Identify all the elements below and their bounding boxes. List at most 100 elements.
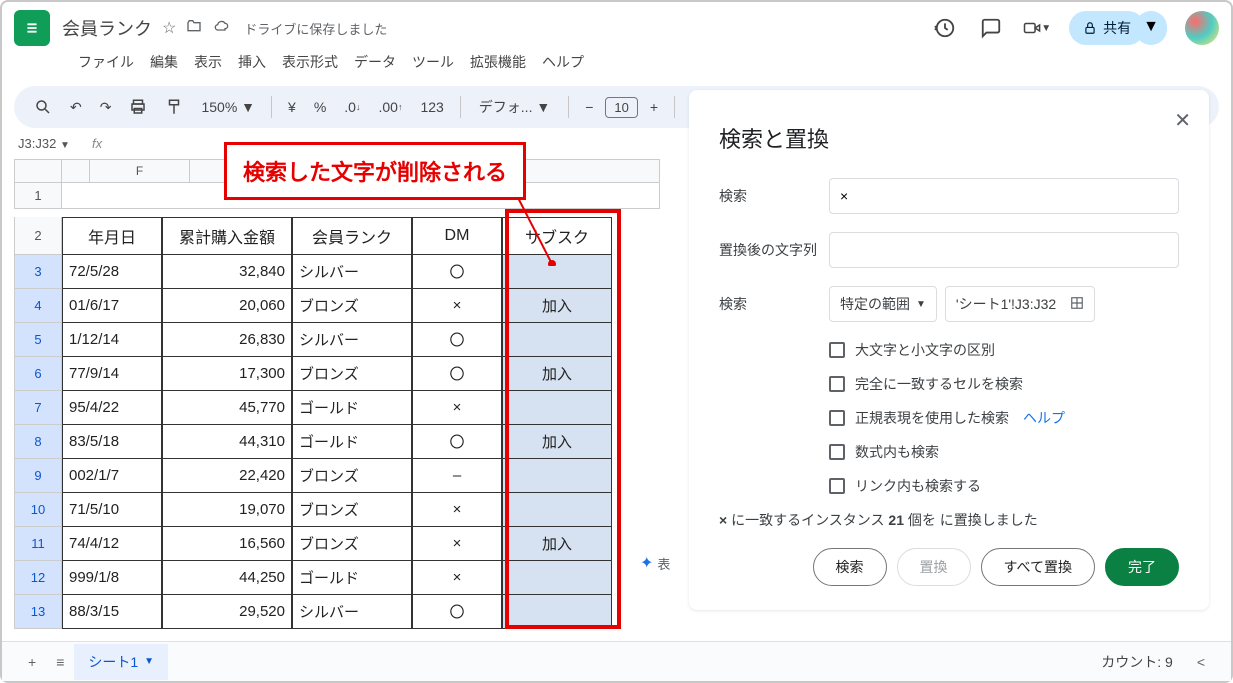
menu-file[interactable]: ファイル (72, 48, 140, 76)
sheet-tab-1[interactable]: シート1 ▼ (74, 644, 168, 680)
cell-dm[interactable]: × (412, 561, 502, 595)
cell-rank[interactable]: ゴールド (292, 425, 412, 459)
avatar[interactable] (1185, 11, 1219, 45)
cell-dm[interactable]: 〇 (412, 323, 502, 357)
print-icon[interactable] (123, 94, 153, 120)
zoom-select[interactable]: 150% ▼ (195, 95, 261, 119)
row-header[interactable]: 10 (14, 493, 62, 527)
sheets-logo[interactable] (14, 10, 50, 46)
cell-dm[interactable]: × (412, 527, 502, 561)
cell-dm[interactable]: 〇 (412, 255, 502, 289)
cell-rank[interactable]: ブロンズ (292, 527, 412, 561)
header-amount[interactable]: 累計購入金額 (162, 217, 292, 255)
cell-amount[interactable]: 16,560 (162, 527, 292, 561)
increase-font-button[interactable]: + (644, 95, 664, 119)
font-size-input[interactable]: 10 (605, 97, 637, 118)
cell-rank[interactable]: ブロンズ (292, 459, 412, 493)
cell-date[interactable]: 95/4/22 (62, 391, 162, 425)
cell-amount[interactable]: 44,250 (162, 561, 292, 595)
cell-sub[interactable]: 加入 (502, 289, 612, 323)
percent-button[interactable]: % (308, 95, 332, 119)
move-icon[interactable] (186, 18, 202, 39)
currency-button[interactable]: ¥ (282, 95, 302, 119)
cell-sub[interactable]: 加入 (502, 357, 612, 391)
scope-select[interactable]: 特定の範囲 ▼ (829, 286, 937, 322)
menu-view[interactable]: 表示 (188, 48, 228, 76)
cell-date[interactable]: 999/1/8 (62, 561, 162, 595)
range-input[interactable]: 'シート1'!J3:J32 (945, 286, 1095, 322)
cell-amount[interactable]: 29,520 (162, 595, 292, 629)
cell-dm[interactable]: – (412, 459, 502, 493)
find-input[interactable] (829, 178, 1179, 214)
cell-sub[interactable] (502, 493, 612, 527)
cell-sub[interactable] (502, 561, 612, 595)
cell-amount[interactable]: 17,300 (162, 357, 292, 391)
row-header[interactable]: 3 (14, 255, 62, 289)
cell-date[interactable]: 1/12/14 (62, 323, 162, 357)
menu-tools[interactable]: ツール (406, 48, 460, 76)
cell-rank[interactable]: シルバー (292, 595, 412, 629)
checkbox-link[interactable] (829, 478, 845, 494)
grid-icon[interactable] (1070, 296, 1084, 313)
cell-dm[interactable]: 〇 (412, 595, 502, 629)
cell-rank[interactable]: ゴールド (292, 561, 412, 595)
cell-amount[interactable]: 22,420 (162, 459, 292, 493)
history-icon[interactable] (931, 14, 959, 42)
cell-date[interactable]: 71/5/10 (62, 493, 162, 527)
cell-rank[interactable]: ブロンズ (292, 357, 412, 391)
search-icon[interactable] (28, 94, 58, 120)
col-header[interactable] (62, 159, 90, 183)
cell-amount[interactable]: 20,060 (162, 289, 292, 323)
all-sheets-button[interactable]: ≡ (46, 648, 74, 676)
cell-sub[interactable] (502, 323, 612, 357)
checkbox-case[interactable] (829, 342, 845, 358)
cell-dm[interactable]: 〇 (412, 425, 502, 459)
cell-sub[interactable] (502, 391, 612, 425)
meet-icon[interactable]: ▼ (1023, 14, 1051, 42)
menu-help[interactable]: ヘルプ (536, 48, 590, 76)
replace-button[interactable]: 置換 (897, 548, 971, 586)
menu-data[interactable]: データ (348, 48, 402, 76)
cell-date[interactable]: 002/1/7 (62, 459, 162, 493)
undo-icon[interactable]: ↶ (64, 95, 88, 120)
replace-input[interactable] (829, 232, 1179, 268)
menu-ext[interactable]: 拡張機能 (464, 48, 532, 76)
share-caret[interactable]: ▼ (1135, 11, 1167, 45)
cell-rank[interactable]: ブロンズ (292, 289, 412, 323)
paint-format-icon[interactable] (159, 94, 189, 120)
increase-decimal-button[interactable]: .00↑ (372, 95, 408, 119)
decrease-font-button[interactable]: − (579, 95, 599, 119)
menu-insert[interactable]: 挿入 (232, 48, 272, 76)
cell-sub[interactable] (502, 459, 612, 493)
cell-date[interactable]: 72/5/28 (62, 255, 162, 289)
cell-dm[interactable]: 〇 (412, 357, 502, 391)
row-header[interactable]: 11 (14, 527, 62, 561)
cell-sub[interactable]: 加入 (502, 527, 612, 561)
cell-date[interactable]: 01/6/17 (62, 289, 162, 323)
row-header[interactable]: 6 (14, 357, 62, 391)
redo-icon[interactable]: ↷ (94, 95, 118, 120)
cell-rank[interactable]: シルバー (292, 255, 412, 289)
row-header[interactable]: 1 (14, 183, 62, 209)
side-panel-toggle[interactable]: < (1187, 648, 1215, 676)
header-dm[interactable]: DM (412, 217, 502, 255)
help-link[interactable]: ヘルプ (1023, 408, 1065, 428)
select-all-cell[interactable] (14, 159, 62, 183)
count-label[interactable]: カウント: 9 (1101, 652, 1173, 672)
close-icon[interactable]: ✕ (1174, 108, 1191, 133)
cell-amount[interactable]: 32,840 (162, 255, 292, 289)
cell-amount[interactable]: 26,830 (162, 323, 292, 357)
cell-date[interactable]: 74/4/12 (62, 527, 162, 561)
header-rank[interactable]: 会員ランク (292, 217, 412, 255)
star-icon[interactable]: ☆ (162, 18, 176, 39)
cell-date[interactable]: 77/9/14 (62, 357, 162, 391)
menu-edit[interactable]: 編集 (144, 48, 184, 76)
cell-rank[interactable]: シルバー (292, 323, 412, 357)
doc-title[interactable]: 会員ランク (62, 15, 152, 41)
menu-format[interactable]: 表示形式 (276, 48, 344, 76)
checkbox-exact[interactable] (829, 376, 845, 392)
cell-dm[interactable]: × (412, 289, 502, 323)
cell-rank[interactable]: ブロンズ (292, 493, 412, 527)
row-header[interactable]: 7 (14, 391, 62, 425)
font-select[interactable]: デフォ... ▼ (471, 93, 558, 121)
